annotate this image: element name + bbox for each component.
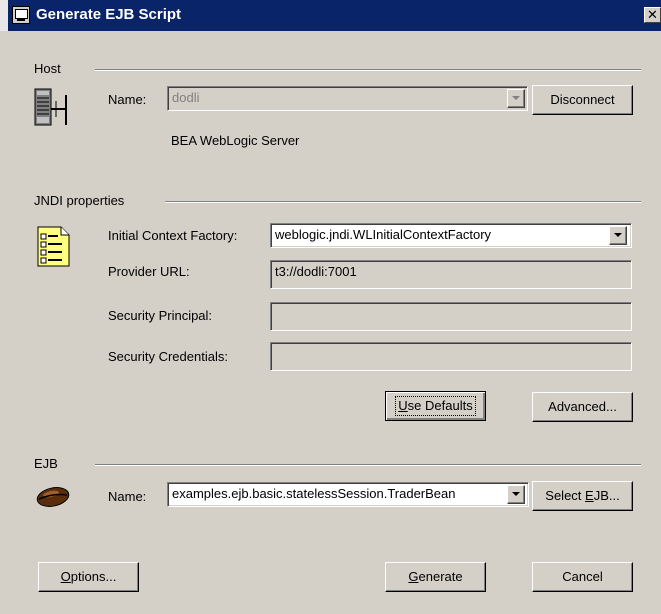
use-defaults-label: Use Defaults bbox=[395, 396, 476, 416]
initial-context-factory-combo[interactable]: weblogic.jndi.WLInitialContextFactory bbox=[270, 223, 632, 248]
host-section-label: Host bbox=[34, 61, 61, 76]
host-name-label: Name: bbox=[108, 92, 147, 107]
initial-context-factory-label: Initial Context Factory: bbox=[108, 228, 238, 243]
cancel-button[interactable]: Cancel bbox=[532, 562, 633, 592]
generate-button[interactable]: Generate bbox=[385, 562, 486, 592]
select-ejb-button[interactable]: Select EJB... bbox=[532, 481, 633, 511]
window-title: Generate EJB Script bbox=[36, 6, 182, 23]
coffee-bean-icon bbox=[36, 487, 70, 507]
use-defaults-button[interactable]: Use Defaults bbox=[385, 391, 486, 421]
app-icon bbox=[12, 6, 30, 24]
host-divider bbox=[95, 69, 641, 71]
ejb-section-label: EJB bbox=[34, 456, 58, 471]
ejb-name-label: Name: bbox=[108, 489, 147, 504]
security-principal-input[interactable] bbox=[270, 302, 632, 331]
advanced-button[interactable]: Advanced... bbox=[532, 392, 633, 422]
options-button[interactable]: Options... bbox=[38, 562, 139, 592]
close-icon: ✕ bbox=[647, 7, 658, 22]
server-icon bbox=[34, 88, 67, 126]
close-button[interactable]: ✕ bbox=[644, 7, 661, 23]
ejb-divider bbox=[95, 464, 641, 466]
jndi-section-label: JNDI properties bbox=[34, 193, 125, 208]
server-type-label: BEA WebLogic Server bbox=[171, 133, 300, 148]
security-principal-label: Security Principal: bbox=[108, 308, 213, 323]
provider-url-input[interactable]: t3://dodli:7001 bbox=[270, 260, 632, 289]
host-name-dropdown-arrow[interactable] bbox=[507, 89, 525, 108]
jndi-divider bbox=[165, 201, 641, 203]
initial-context-factory-dropdown-arrow[interactable] bbox=[609, 226, 627, 245]
ejb-name-dropdown-arrow[interactable] bbox=[507, 485, 525, 504]
security-credentials-input[interactable] bbox=[270, 342, 632, 371]
provider-url-label: Provider URL: bbox=[108, 264, 190, 279]
security-credentials-label: Security Credentials: bbox=[108, 349, 228, 364]
properties-document-icon bbox=[37, 226, 70, 267]
ejb-name-combo[interactable]: examples.ejb.basic.statelessSession.Trad… bbox=[167, 482, 529, 507]
disconnect-button[interactable]: Disconnect bbox=[532, 85, 633, 115]
generate-ejb-script-dialog: Generate EJB Script ✕ Host Name: dodli D… bbox=[0, 0, 661, 614]
host-name-combo[interactable]: dodli bbox=[167, 86, 528, 111]
title-bar[interactable]: Generate EJB Script ✕ bbox=[0, 0, 661, 31]
